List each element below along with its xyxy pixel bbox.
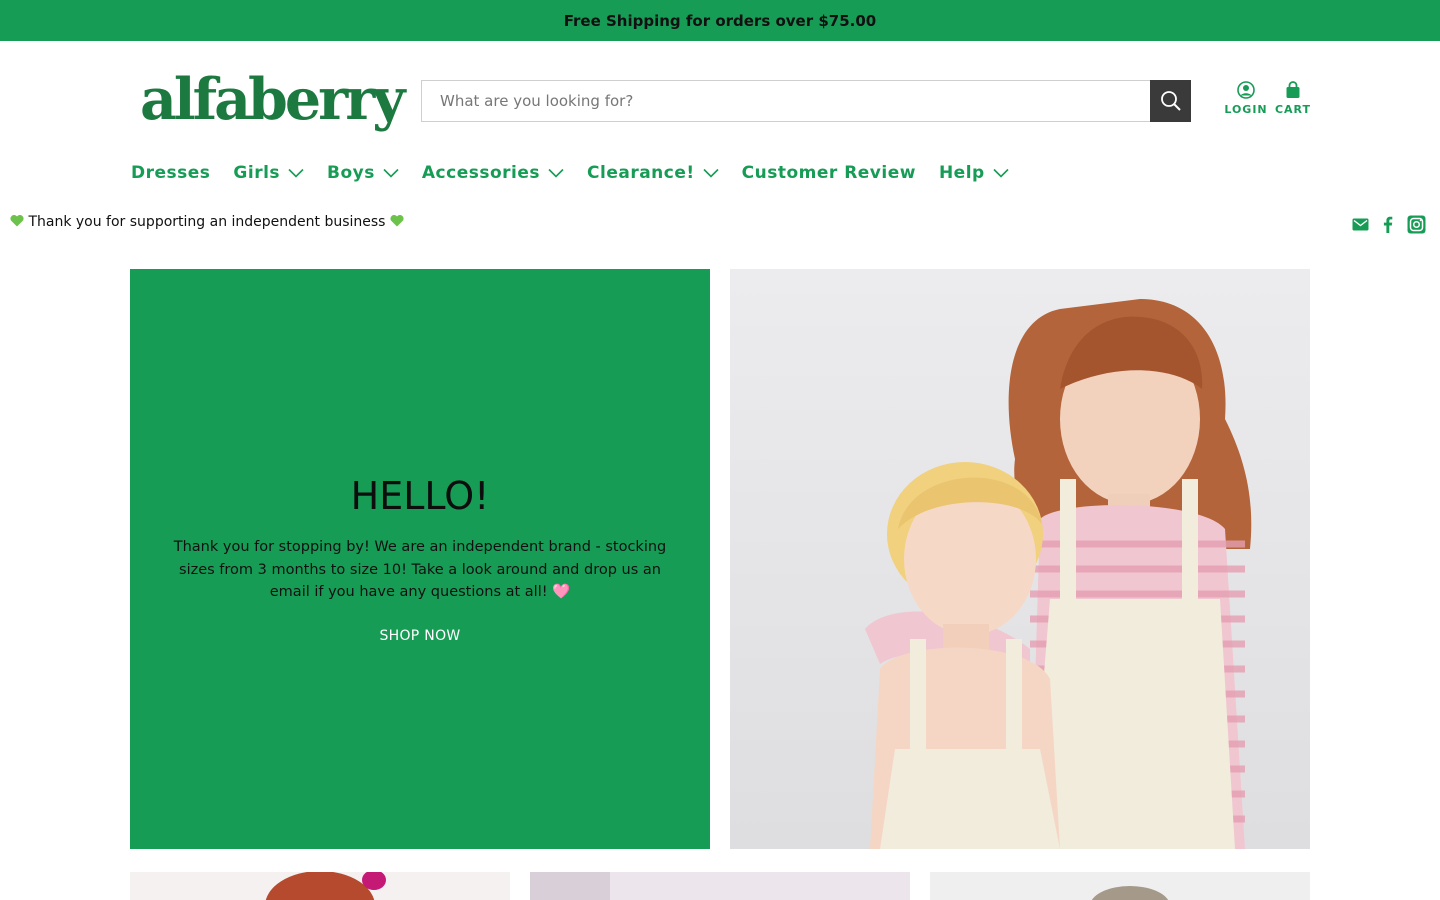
cart-link[interactable]: CART [1274, 81, 1312, 116]
nav-item-boys[interactable]: Boys [327, 163, 399, 183]
chevron-down-icon [993, 168, 1009, 178]
shop-now-button[interactable]: SHOP NOW [379, 628, 460, 644]
children-photo [730, 269, 1310, 849]
chevron-down-icon [383, 168, 399, 178]
hero-text-panel: HELLO! Thank you for stopping by! We are… [130, 269, 710, 849]
chevron-down-icon [288, 168, 304, 178]
email-link[interactable] [1350, 214, 1370, 234]
nav-label: Clearance! [587, 163, 695, 183]
announcement-text: Free Shipping for orders over $75.00 [563, 11, 877, 30]
cart-label: CART [1274, 103, 1312, 116]
nav-item-accessories[interactable]: Accessories [422, 163, 564, 183]
cart-bag-icon [1286, 81, 1300, 98]
collection-tile[interactable] [530, 872, 910, 900]
login-label: LOGIN [1224, 103, 1268, 116]
nav-label: Dresses [131, 163, 211, 183]
tagline-text: Thank you for supporting an independent … [28, 214, 386, 230]
nav-label: Customer Review [741, 163, 916, 183]
hero-description: Thank you for stopping by! We are an ind… [173, 539, 667, 601]
nav-label: Accessories [421, 163, 541, 183]
search-button[interactable] [1150, 80, 1191, 122]
green-heart-icon [390, 214, 404, 227]
nav-item-girls[interactable]: Girls [233, 163, 304, 183]
nav-label: Help [938, 163, 985, 183]
search-input[interactable] [421, 80, 1150, 122]
collection-tile[interactable] [930, 872, 1310, 900]
nav-label: Girls [233, 163, 281, 183]
tile-image [530, 872, 910, 900]
hero-image[interactable] [730, 269, 1310, 849]
tile-image [265, 872, 386, 900]
announcement-bar: Free Shipping for orders over $75.00 [0, 0, 1440, 41]
chevron-down-icon [703, 168, 719, 178]
email-icon [1352, 218, 1368, 230]
search-icon [1160, 91, 1181, 111]
tagline: Thank you for supporting an independent … [10, 214, 404, 230]
login-link[interactable]: LOGIN [1224, 81, 1268, 116]
tile-image [1091, 886, 1169, 900]
nav-item-clearance[interactable]: Clearance! [587, 163, 719, 183]
chevron-down-icon [548, 168, 564, 178]
hero-title: HELLO! [350, 474, 490, 519]
facebook-icon [1383, 216, 1393, 233]
collection-tile[interactable] [130, 872, 510, 900]
instagram-icon [1407, 215, 1425, 233]
main-nav: Dresses Girls Boys Accessories Clearance… [131, 158, 1032, 188]
store-logo[interactable]: alfaberry [140, 62, 405, 137]
instagram-link[interactable] [1406, 214, 1426, 234]
nav-item-customer-review[interactable]: Customer Review [742, 163, 916, 183]
user-icon [1237, 81, 1255, 99]
facebook-link[interactable] [1378, 214, 1398, 234]
nav-label: Boys [327, 163, 375, 183]
logo-text: alfaberry [140, 66, 405, 133]
search-bar [421, 80, 1191, 122]
nav-item-help[interactable]: Help [939, 163, 1009, 183]
nav-item-dresses[interactable]: Dresses [131, 163, 210, 183]
green-heart-icon [10, 214, 24, 227]
